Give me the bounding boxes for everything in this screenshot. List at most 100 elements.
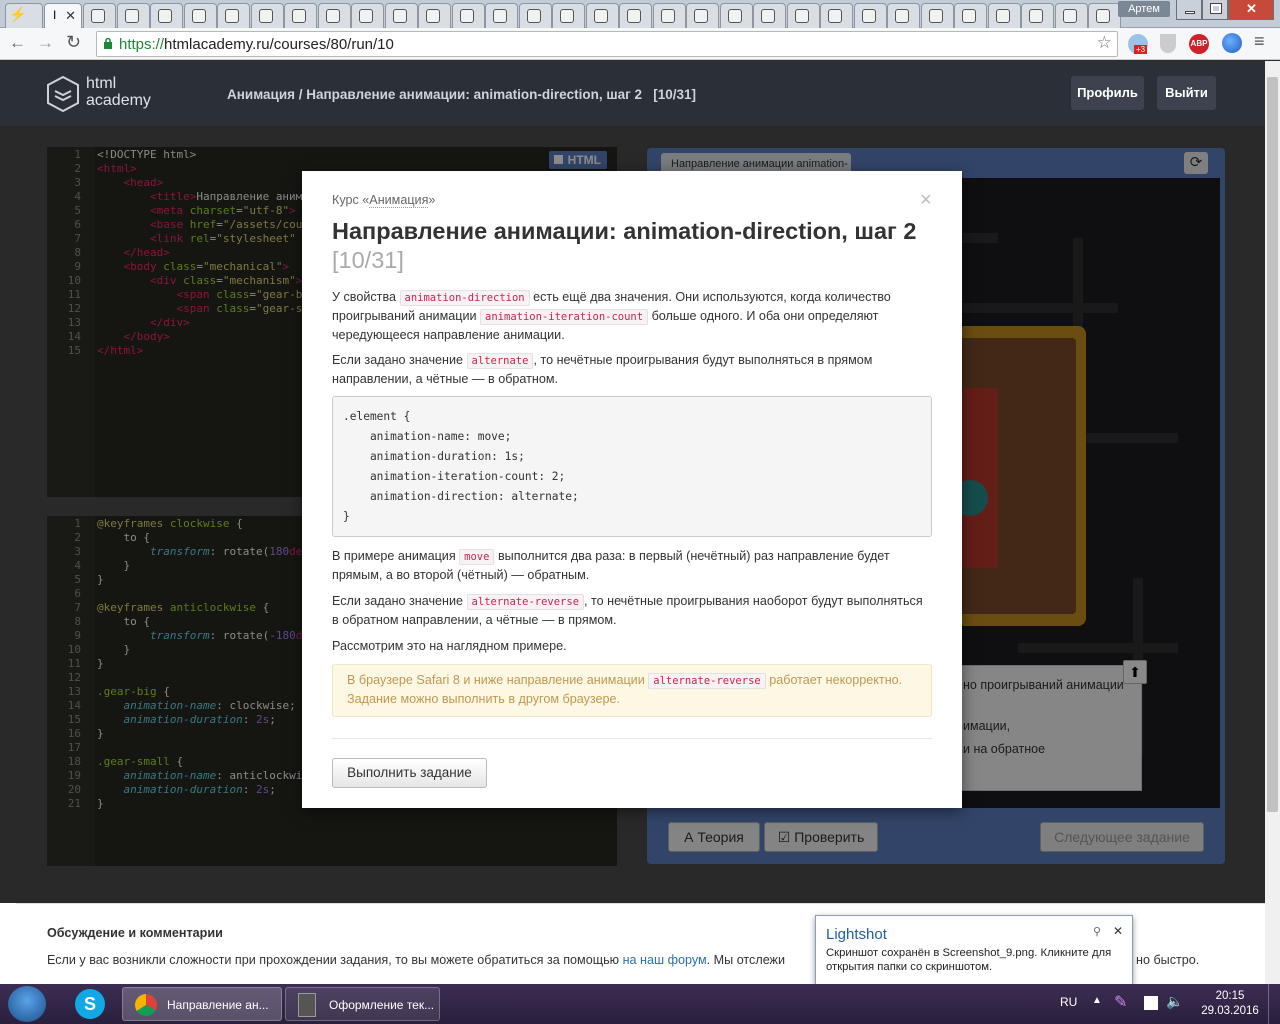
- start-button[interactable]: [8, 986, 46, 1022]
- browser-tab[interactable]: [753, 3, 786, 28]
- site-favicon-icon: [895, 9, 909, 23]
- forum-link[interactable]: на наш форум: [623, 953, 707, 967]
- browser-tab[interactable]: [418, 3, 451, 28]
- pin-icon[interactable]: ⚲: [1093, 925, 1101, 938]
- browser-tab[interactable]: [585, 3, 619, 28]
- breadcrumb: Анимация / Направление анимации: animati…: [227, 87, 697, 102]
- site-favicon-icon: [459, 9, 474, 23]
- browser-tab[interactable]: [317, 3, 351, 28]
- browser-tab[interactable]: [485, 3, 518, 28]
- paragraph: В примере анимация move выполнится два р…: [332, 549, 890, 582]
- taskbar-chrome[interactable]: Направление ан...: [122, 987, 282, 1021]
- site-favicon-icon: [426, 9, 440, 23]
- site-favicon-icon: [560, 9, 574, 23]
- browser-tab[interactable]: [451, 3, 485, 28]
- back-icon[interactable]: ←: [9, 33, 26, 53]
- site-header: html academy Анимация / Направление анима…: [0, 61, 1265, 126]
- breadcrumb-title: Направление анимации: animation-directio…: [306, 87, 642, 102]
- browser-tab[interactable]: [217, 3, 250, 28]
- tab-close-icon[interactable]: ✕: [65, 8, 76, 24]
- browser-tab[interactable]: [987, 3, 1021, 28]
- extension-badge: +3: [1134, 45, 1148, 54]
- maximize-button[interactable]: [1202, 0, 1228, 20]
- user-name[interactable]: Артем: [1118, 1, 1170, 17]
- browser-tab[interactable]: [150, 3, 183, 28]
- show-desktop-button[interactable]: [1268, 984, 1280, 1024]
- menu-icon[interactable]: ≡: [1254, 31, 1265, 52]
- bolt-icon: ⚡: [9, 6, 27, 22]
- browser-tab[interactable]: [1088, 3, 1121, 28]
- taskbar-app[interactable]: Оформление тек...: [285, 987, 440, 1021]
- browser-tab[interactable]: [887, 3, 920, 28]
- modal-close-icon[interactable]: ×: [920, 189, 932, 212]
- browser-tab[interactable]: [83, 3, 116, 28]
- forward-icon[interactable]: →: [37, 33, 54, 53]
- tray-arrow-icon[interactable]: ▲: [1092, 995, 1102, 1006]
- lightshot-title: Lightshot: [826, 926, 887, 943]
- theory-modal: Курс «Анимация» × Направление анимации: …: [302, 171, 962, 808]
- site-favicon-icon: [593, 9, 608, 23]
- browser-tab[interactable]: [384, 3, 418, 28]
- paragraph: Если задано значение alternate, то нечёт…: [332, 353, 873, 386]
- browser-tab[interactable]: [686, 3, 719, 28]
- paragraph: Если задано значение alternate-reverse, …: [332, 594, 923, 627]
- lightshot-tray-icon[interactable]: ✎: [1114, 992, 1128, 1014]
- browser-tab[interactable]: [820, 3, 853, 28]
- browser-tab[interactable]: [183, 3, 217, 28]
- browser-tab[interactable]: [284, 3, 317, 28]
- lightshot-message: Скриншот сохранён в Screenshot_9.png. Кл…: [826, 947, 1112, 973]
- clock[interactable]: 20:15 29.03.2016: [1200, 989, 1260, 1019]
- browser-tab[interactable]: [552, 3, 585, 28]
- reload-icon[interactable]: ↻: [66, 32, 81, 53]
- modal-title: Направление анимации: animation-directio…: [332, 218, 917, 273]
- skype-icon[interactable]: S: [75, 989, 105, 1019]
- close-window-button[interactable]: ✕: [1228, 0, 1274, 20]
- address-bar[interactable]: https://htmlacademy.ru/courses/80/run/10…: [96, 31, 1118, 57]
- browser-tab[interactable]: [719, 3, 753, 28]
- globe-icon[interactable]: [1222, 33, 1242, 53]
- browser-tab[interactable]: [853, 3, 887, 28]
- profile-button[interactable]: Профиль: [1071, 76, 1144, 110]
- scroll-thumb[interactable]: [1267, 77, 1278, 812]
- site-favicon-icon: [392, 9, 407, 23]
- site-favicon-icon: [258, 9, 273, 23]
- site-favicon-icon: [225, 9, 239, 23]
- site-logo-text[interactable]: html academy: [86, 75, 151, 109]
- document-icon: [298, 993, 316, 1017]
- site-favicon-icon: [493, 9, 507, 23]
- run-task-button[interactable]: Выполнить задание: [332, 758, 487, 788]
- browser-tab-bar: ⚡ I ✕ Артем ✕: [0, 0, 1280, 28]
- browser-tab[interactable]: ⚡: [5, 3, 43, 28]
- browser-tab[interactable]: [652, 3, 686, 28]
- shield-icon[interactable]: [1160, 34, 1176, 53]
- lightshot-notification[interactable]: Lightshot ⚲ ✕ Скриншот сохранён в Screen…: [815, 915, 1133, 985]
- minimize-button[interactable]: [1176, 0, 1202, 20]
- browser-tab[interactable]: [619, 3, 652, 28]
- browser-tab[interactable]: [786, 3, 820, 28]
- browser-tab[interactable]: [351, 3, 384, 28]
- browser-tab[interactable]: [1021, 3, 1054, 28]
- breadcrumb-course-link[interactable]: Анимация: [227, 87, 295, 102]
- browser-tab[interactable]: [1054, 3, 1088, 28]
- logout-button[interactable]: Выйти: [1157, 76, 1216, 110]
- academy-logo-icon[interactable]: [47, 75, 79, 113]
- browser-tab[interactable]: [954, 3, 987, 28]
- bookmark-star-icon[interactable]: ☆: [1097, 33, 1112, 53]
- page-scrollbar[interactable]: [1265, 61, 1280, 984]
- network-icon[interactable]: [1144, 996, 1158, 1010]
- browser-tab[interactable]: [116, 3, 150, 28]
- site-favicon-icon: [1029, 9, 1043, 23]
- browser-tab[interactable]: [518, 3, 552, 28]
- adblock-icon[interactable]: ABP: [1189, 34, 1209, 54]
- browser-tab[interactable]: [920, 3, 954, 28]
- browser-tab[interactable]: [250, 3, 284, 28]
- language-indicator[interactable]: RU: [1060, 995, 1077, 1009]
- divider: [332, 738, 932, 739]
- site-favicon-icon: [158, 9, 172, 23]
- site-favicon-icon: [91, 9, 105, 23]
- site-favicon-icon: [325, 9, 340, 23]
- lightshot-close-icon[interactable]: ✕: [1113, 924, 1123, 938]
- volume-icon[interactable]: 🔈: [1166, 993, 1183, 1010]
- browser-tab-active[interactable]: I ✕: [44, 3, 82, 28]
- course-link[interactable]: Анимация: [369, 193, 429, 208]
